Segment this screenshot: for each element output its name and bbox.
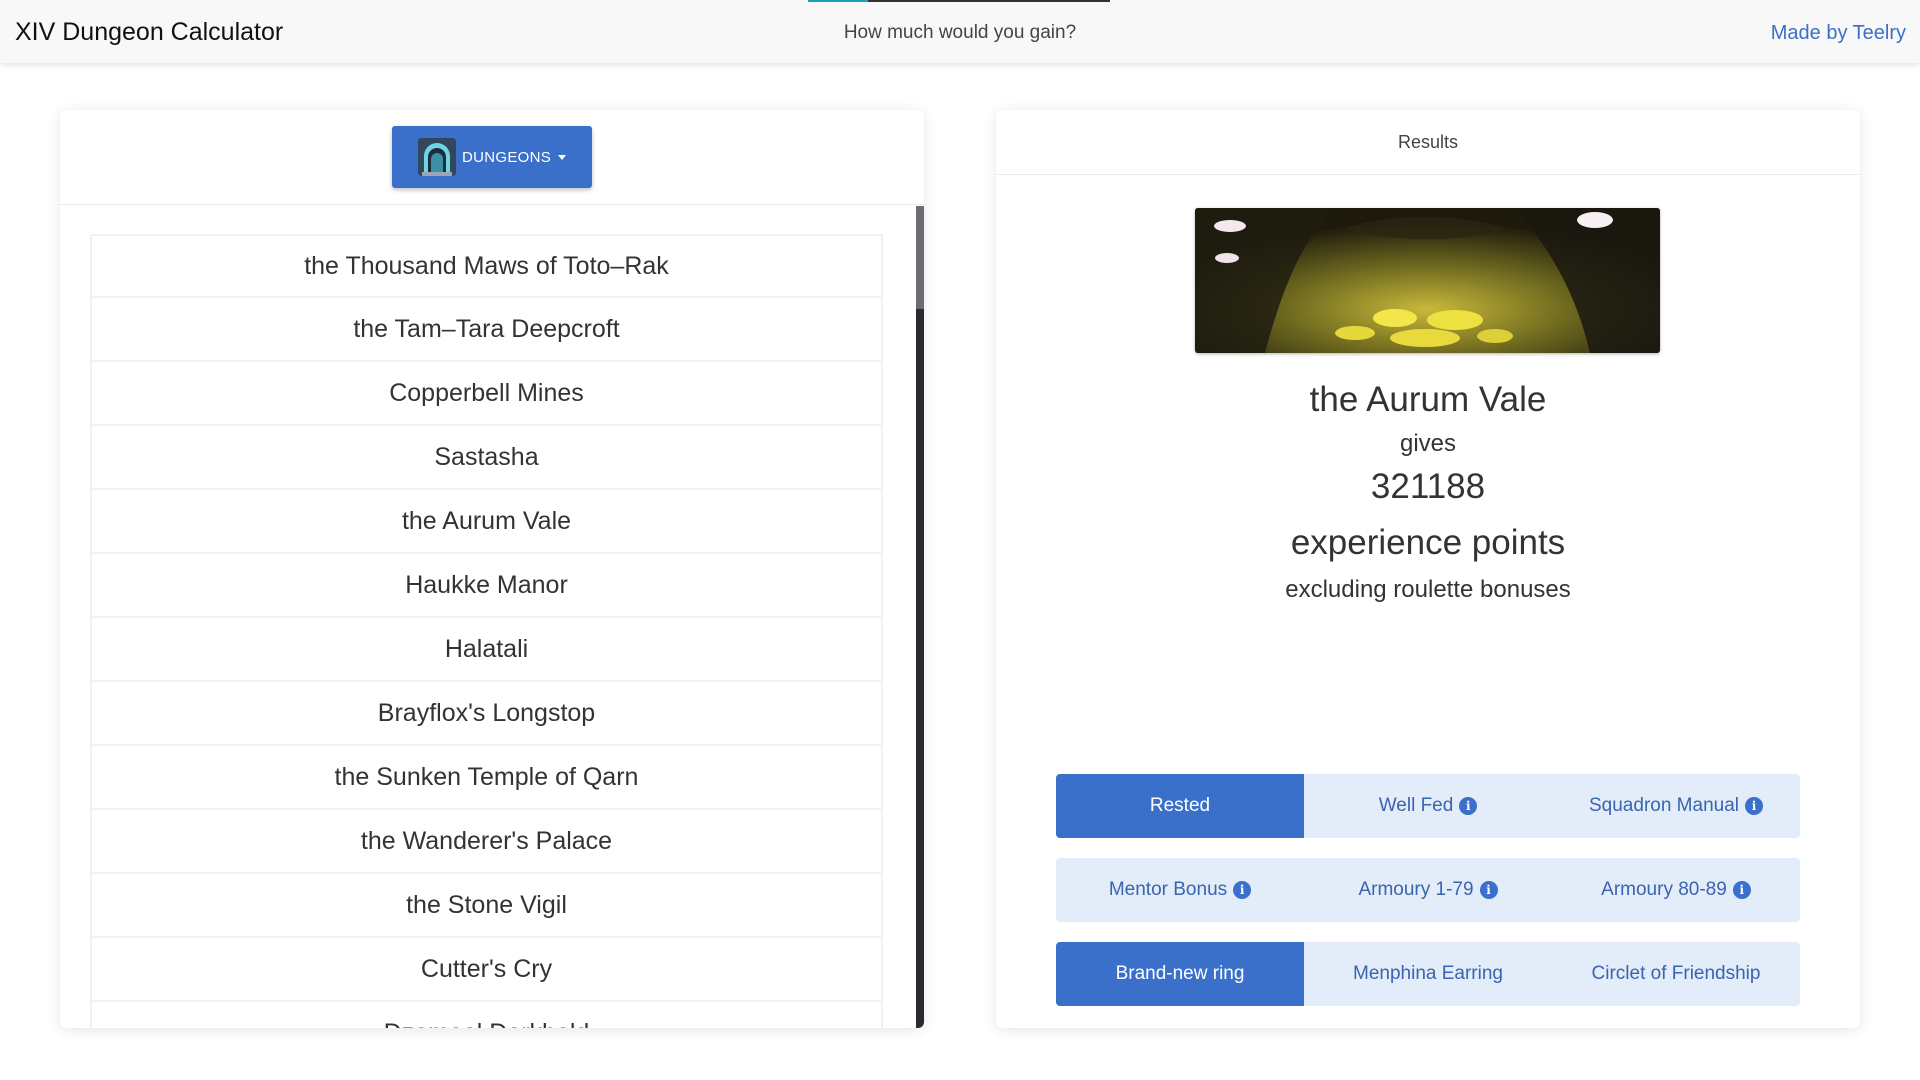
dungeon-preview-image: [1195, 208, 1660, 353]
info-icon[interactable]: i: [1745, 797, 1763, 815]
dungeon-list-viewport: the Thousand Maws of Toto–Rak the Tam–Tar…: [60, 206, 924, 1028]
armoury-80-89-toggle[interactable]: Armoury 80-89 i: [1552, 858, 1800, 922]
selected-dungeon-name: the Aurum Vale: [1309, 380, 1547, 419]
bonus-label: Squadron Manual: [1589, 795, 1739, 816]
results-card: Results the Aurum Vale gives 321188 expe…: [996, 110, 1860, 1028]
dungeon-list-item[interactable]: Copperbell Mines: [90, 362, 883, 426]
bonus-toggle-group: Mentor Bonus i Armoury 1-79 i Armoury 80-89 i: [1056, 858, 1800, 922]
bonus-label: Armoury 80-89: [1601, 879, 1727, 900]
dungeon-list-item[interactable]: the Wanderer's Palace: [90, 810, 883, 874]
dungeon-list-item[interactable]: the Tam–Tara Deepcroft: [90, 298, 883, 362]
menphina-earring-toggle[interactable]: Menphina Earring: [1304, 942, 1552, 1006]
results-header-title: Results: [1397, 131, 1459, 152]
dungeons-dropdown-button[interactable]: DUNGEONS: [392, 126, 592, 188]
info-icon[interactable]: i: [1479, 881, 1498, 899]
xp-value: 321188: [1370, 467, 1486, 506]
mentor-bonus-toggle[interactable]: Mentor Bonus i: [1056, 858, 1304, 922]
bonus-label: Rested: [1149, 795, 1211, 816]
circlet-of-friendship-toggle[interactable]: Circlet of Friendship: [1552, 942, 1800, 1006]
armoury-1-79-toggle[interactable]: Armoury 1-79 i: [1304, 858, 1552, 922]
bonus-label: Armoury 1-79: [1358, 879, 1474, 900]
bonus-label: Mentor Bonus: [1108, 879, 1228, 900]
dungeon-list-item[interactable]: Dzemael Darkhold: [90, 1002, 883, 1028]
bonus-toggle-group: Brand-new ring Menphina Earring Circlet of…: [1056, 942, 1800, 1006]
bonus-toggle-group: Rested Well Fed i Squadron Manual i: [1056, 774, 1800, 838]
xp-unit-label: experience points: [1290, 523, 1566, 562]
dungeon-gate-icon: [417, 138, 456, 176]
roulette-note: excluding roulette bonuses: [1285, 576, 1571, 603]
top-navbar: XIV Dungeon Calculator How much would yo…: [0, 0, 1920, 63]
author-credit-link[interactable]: Made by Teelry: [1771, 22, 1906, 45]
gives-label: gives: [1399, 430, 1457, 457]
results-header: Results: [996, 110, 1860, 175]
info-icon[interactable]: i: [1233, 881, 1252, 899]
dungeon-selector-card: DUNGEONS the Thousand Maws of Toto–Rak th…: [60, 110, 924, 1028]
dungeon-list-item[interactable]: Haukke Manor: [90, 554, 883, 618]
dungeon-list-item[interactable]: the Sunken Temple of Qarn: [90, 746, 883, 810]
dungeon-list-item[interactable]: the Aurum Vale: [90, 490, 883, 554]
dungeon-list-item[interactable]: Cutter's Cry: [90, 938, 883, 1002]
info-icon[interactable]: i: [1459, 797, 1478, 815]
dungeon-list-item[interactable]: Brayflox's Longstop: [90, 682, 883, 746]
dungeon-selector-header: DUNGEONS: [60, 110, 924, 205]
dungeon-list-item[interactable]: the Stone Vigil: [90, 874, 883, 938]
bonus-label: Circlet of Friendship: [1591, 963, 1761, 984]
tagline-container: How much would you gain?: [0, 22, 1920, 44]
bonus-label: Brand-new ring: [1115, 963, 1245, 984]
dungeon-list-item[interactable]: the Thousand Maws of Toto–Rak: [90, 234, 883, 298]
dungeons-dropdown-label: DUNGEONS: [461, 148, 552, 166]
dungeon-list: the Thousand Maws of Toto–Rak the Tam–Tar…: [90, 234, 883, 1028]
scrollbar-thumb[interactable]: [916, 206, 924, 309]
squadron-manual-toggle[interactable]: Squadron Manual i: [1552, 774, 1800, 838]
dungeon-list-item[interactable]: Halatali: [90, 618, 883, 682]
brand-new-ring-toggle[interactable]: Brand-new ring: [1056, 942, 1304, 1006]
well-fed-toggle[interactable]: Well Fed i: [1304, 774, 1552, 838]
dungeon-list-scrollbar[interactable]: [916, 206, 924, 1028]
bonus-label: Menphina Earring: [1353, 963, 1503, 984]
caret-down-icon: [558, 154, 567, 160]
loading-progress-bar: [808, 0, 1110, 2]
dungeon-list-item[interactable]: Sastasha: [90, 426, 883, 490]
loading-progress-fill: [808, 0, 869, 2]
rested-toggle[interactable]: Rested: [1056, 774, 1304, 838]
bonus-label: Well Fed: [1378, 795, 1454, 816]
app-brand-link[interactable]: XIV Dungeon Calculator: [15, 18, 283, 47]
tagline-text: How much would you gain?: [843, 22, 1077, 43]
info-icon[interactable]: i: [1732, 881, 1751, 899]
